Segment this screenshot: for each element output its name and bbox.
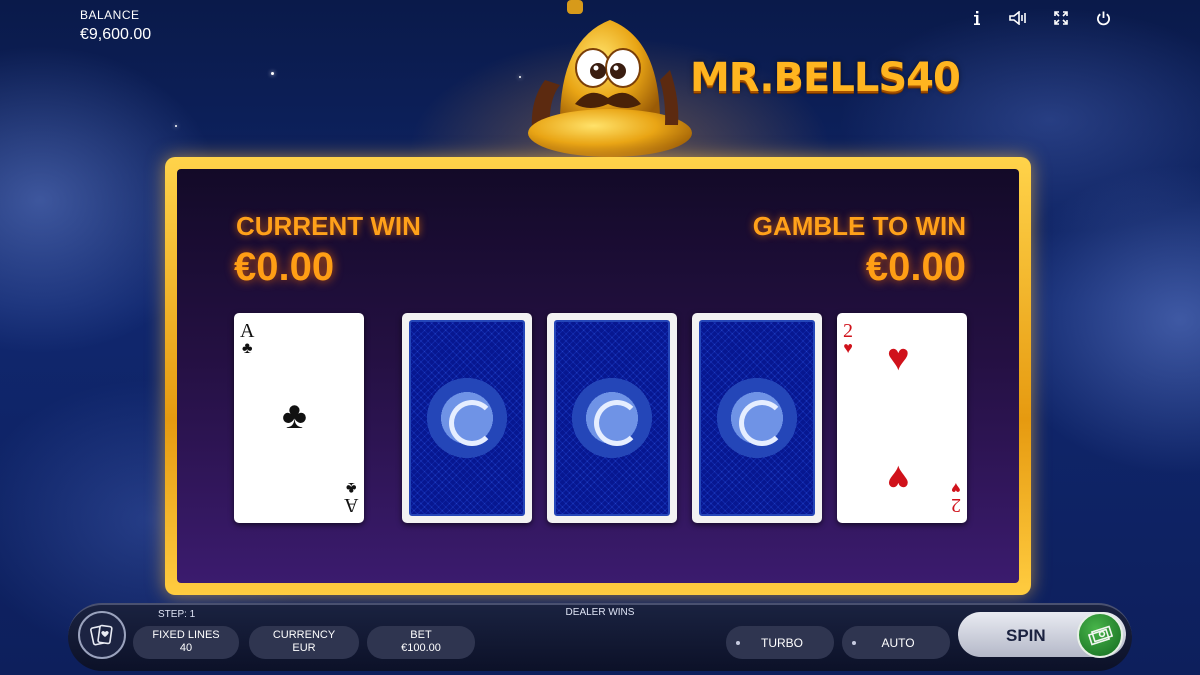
bet-label: BET [410, 629, 432, 641]
currency-value: EUR [292, 642, 316, 654]
spin-button[interactable]: SPIN [958, 612, 1126, 658]
heart-icon: ♥ [887, 337, 910, 379]
currency-display: CURRENCY EUR [249, 626, 359, 659]
card-corner: 2 ♥ [843, 321, 853, 357]
bet-value: €100.00 [401, 642, 441, 654]
face-down-card[interactable] [402, 313, 532, 523]
currency-label: CURRENCY [272, 629, 336, 641]
gamble-button[interactable] [78, 611, 126, 659]
star [271, 72, 274, 75]
card-rank: A [343, 494, 358, 516]
fixed-lines-display: FIXED LINES 40 [133, 626, 239, 659]
turbo-label: TURBO [761, 635, 803, 650]
fixed-lines-value: 40 [179, 642, 193, 654]
turbo-toggle[interactable]: TURBO [726, 626, 834, 659]
game-logo: MR.BELLS40 [690, 55, 961, 101]
card-corner: A ♣ [240, 321, 254, 357]
auto-toggle[interactable]: AUTO [842, 626, 950, 659]
bet-selector[interactable]: BET €100.00 [367, 626, 475, 659]
auto-label: AUTO [881, 635, 915, 650]
card-back-pattern [554, 320, 670, 516]
gamble-board: CURRENT WIN €0.00 GAMBLE TO WIN €0.00 A … [177, 169, 1019, 583]
fullscreen-icon[interactable] [1040, 8, 1082, 28]
balance-label: BALANCE [80, 8, 140, 22]
current-win-label: CURRENT WIN [236, 211, 421, 241]
card-rank: 2 [951, 494, 961, 516]
heart-icon: ♥ [887, 457, 910, 499]
top-toolbar [956, 8, 1124, 28]
mr-bells-mascot-icon [528, 0, 692, 157]
card-suit: ♣ [345, 479, 357, 496]
card-corner: A ♣ [343, 479, 358, 516]
power-icon[interactable] [1082, 8, 1124, 28]
star [175, 125, 177, 127]
revealed-card: 2 ♥ ♥ ♥ 2 ♥ [837, 313, 967, 523]
spin-label: SPIN [1006, 626, 1046, 645]
card-suit: ♥ [843, 340, 853, 357]
card-rank: 2 [843, 320, 853, 342]
card-rank: A [240, 320, 255, 342]
sound-icon[interactable] [998, 8, 1040, 28]
card-corner: 2 ♥ [951, 479, 961, 516]
cards-icon [90, 624, 113, 646]
card-back-pattern [409, 320, 525, 516]
balance-panel: BALANCE €9,600.00 [80, 8, 151, 44]
face-down-card[interactable] [692, 313, 822, 523]
club-icon: ♣ [282, 395, 307, 437]
fixed-lines-label: FIXED LINES [152, 629, 220, 641]
card-back-pattern [699, 320, 815, 516]
gamble-board-frame: CURRENT WIN €0.00 GAMBLE TO WIN €0.00 A … [165, 157, 1031, 595]
dealer-card: A ♣ ♣ A ♣ [234, 313, 364, 523]
gamble-to-win-label: GAMBLE TO WIN [752, 211, 966, 241]
info-icon[interactable] [956, 8, 998, 28]
collect-money-icon[interactable] [1077, 612, 1123, 658]
gamble-to-win-value: €0.00 [865, 245, 966, 289]
card-suit: ♣ [241, 340, 253, 357]
current-win-value: €0.00 [234, 245, 335, 289]
card-suit: ♥ [951, 479, 961, 496]
face-down-card[interactable] [547, 313, 677, 523]
balance-value: €9,600.00 [80, 26, 152, 43]
